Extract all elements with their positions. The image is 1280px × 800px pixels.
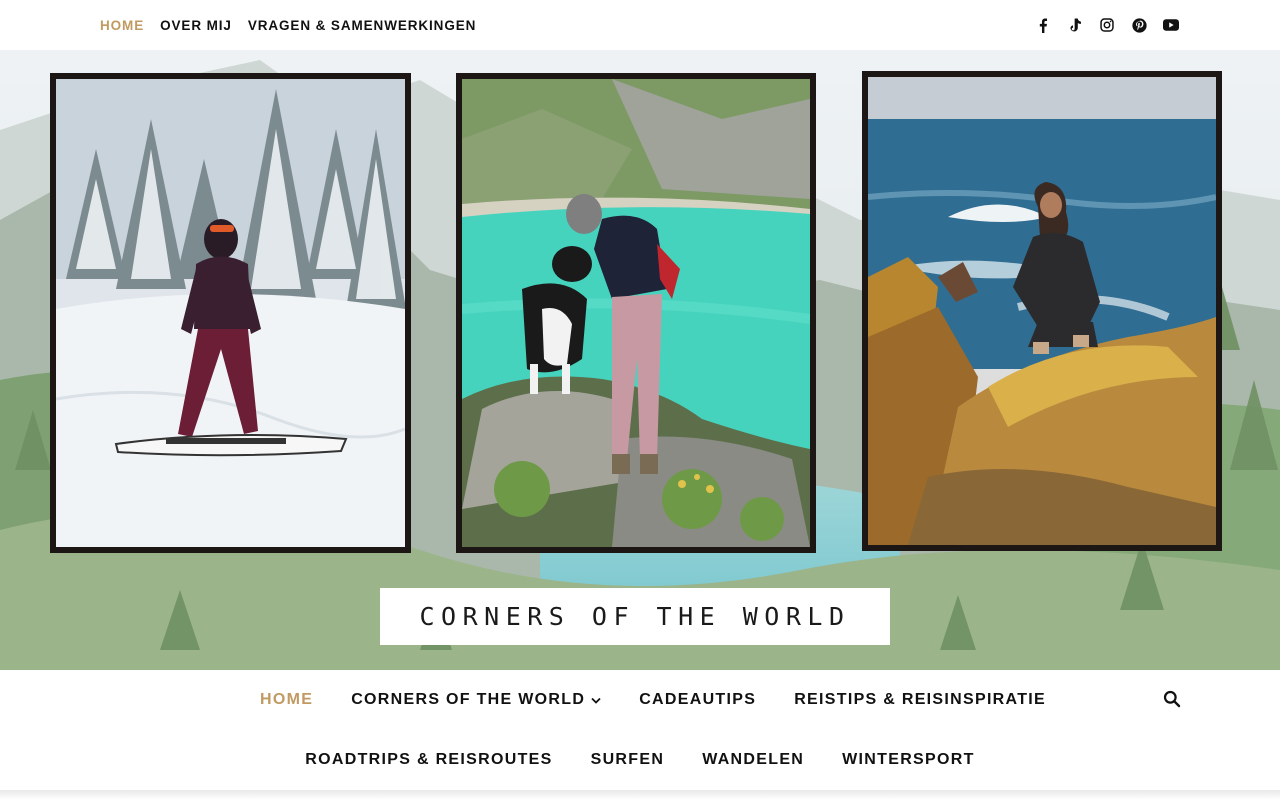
nav-home[interactable]: HOME (260, 688, 313, 712)
nav-cadeautips[interactable]: CADEAUTIPS (639, 688, 756, 712)
top-nav: HOME OVER MIJ VRAGEN & SAMENWERKINGEN (100, 0, 476, 50)
nav-wandelen-label: WANDELEN (702, 751, 805, 768)
top-nav-home[interactable]: HOME (100, 18, 144, 33)
nav-surfen[interactable]: SURFEN (591, 748, 665, 772)
pinterest-icon[interactable] (1130, 16, 1148, 34)
nav-cadeautips-label: CADEAUTIPS (639, 691, 757, 708)
nav-corners-label: CORNERS OF THE WORLD (351, 691, 586, 708)
top-nav-vragen[interactable]: VRAGEN & SAMENWERKINGEN (248, 18, 476, 33)
coast-rocks-photo (862, 71, 1222, 551)
nav-divider (0, 790, 1280, 800)
nav-surfen-label: SURFEN (590, 751, 665, 768)
facebook-icon[interactable] (1034, 16, 1052, 34)
nav-reistips[interactable]: REISTIPS & REISINSPIRATIE (794, 688, 1046, 712)
youtube-icon[interactable] (1162, 16, 1180, 34)
site-title-box[interactable]: CORNERS OF THE WORLD (380, 588, 890, 645)
tiktok-icon[interactable] (1066, 16, 1084, 34)
nav-wandelen[interactable]: WANDELEN (702, 748, 804, 772)
social-links (1034, 0, 1180, 50)
main-nav: HOME CORNERS OF THE WORLD CADEAUTIPS REI… (0, 670, 1280, 792)
chevron-down-icon (591, 697, 601, 704)
site-title: CORNERS OF THE WORLD (419, 602, 851, 631)
nav-wintersport[interactable]: WINTERSPORT (842, 748, 975, 772)
hero-banner: CORNERS OF THE WORLD (0, 50, 1280, 670)
nav-corners-of-the-world[interactable]: CORNERS OF THE WORLD (351, 688, 601, 712)
nav-roadtrips-label: ROADTRIPS & REISROUTES (305, 751, 553, 768)
lake-dog-photo (456, 73, 816, 553)
top-bar: HOME OVER MIJ VRAGEN & SAMENWERKINGEN (0, 0, 1280, 50)
search-icon[interactable] (1163, 690, 1183, 710)
nav-reistips-label: REISTIPS & REISINSPIRATIE (794, 691, 1046, 708)
top-nav-over-mij[interactable]: OVER MIJ (160, 18, 232, 33)
nav-home-label: HOME (259, 691, 314, 708)
instagram-icon[interactable] (1098, 16, 1116, 34)
nav-roadtrips[interactable]: ROADTRIPS & REISROUTES (305, 748, 552, 772)
snowboard-photo (50, 73, 411, 553)
main-nav-row-1: HOME CORNERS OF THE WORLD CADEAUTIPS REI… (0, 688, 1280, 712)
main-nav-row-2: ROADTRIPS & REISROUTES SURFEN WANDELEN W… (0, 748, 1280, 772)
nav-wintersport-label: WINTERSPORT (842, 751, 975, 768)
